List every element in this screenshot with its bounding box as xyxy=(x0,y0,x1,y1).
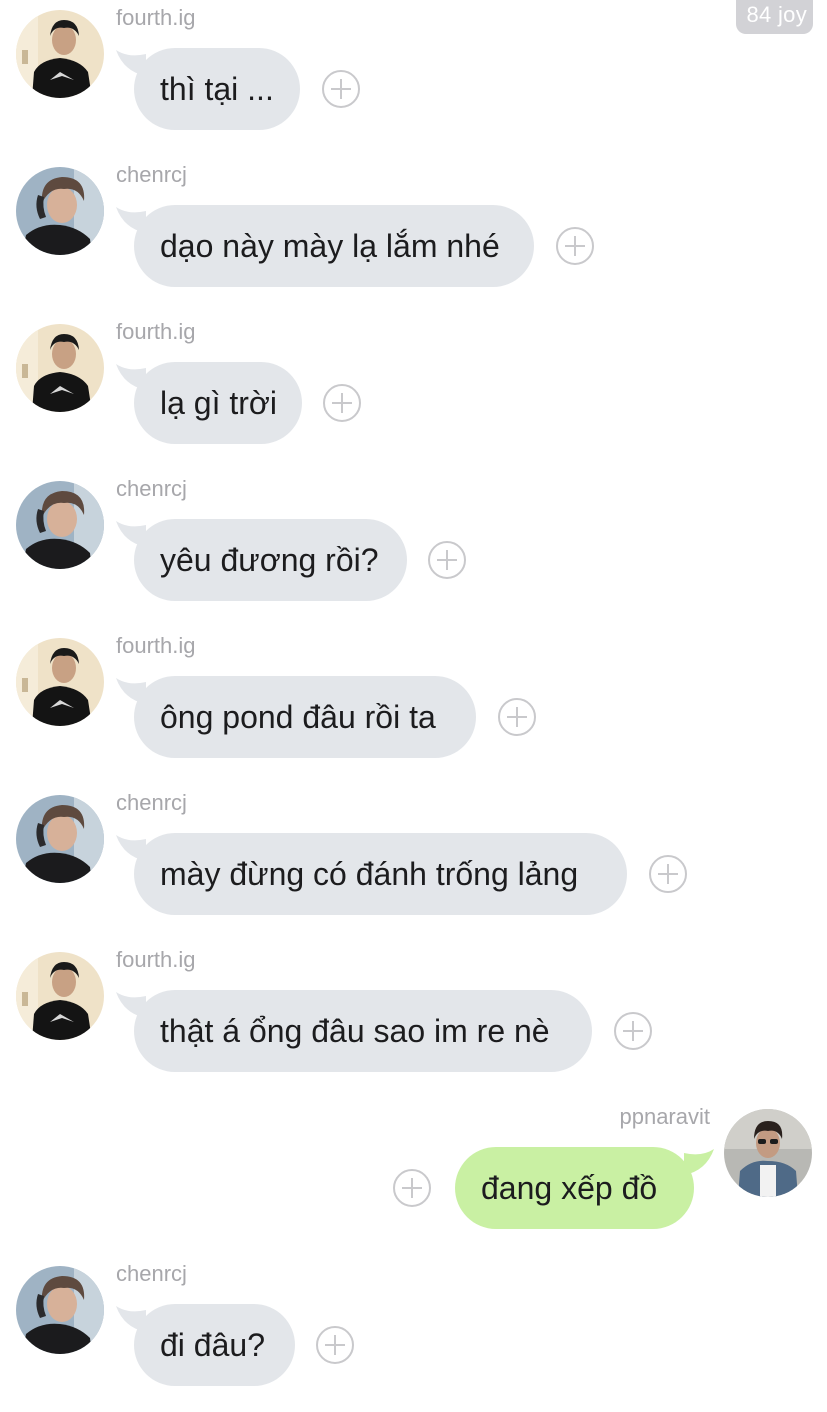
avatar-chen-image xyxy=(16,1266,104,1354)
message-bubble[interactable]: mày đừng có đánh trống lảng xyxy=(134,833,627,915)
message-row: chenrcj đi đâu? xyxy=(0,1262,827,1412)
avatar-pp-image xyxy=(724,1109,812,1197)
avatar-fourth[interactable] xyxy=(16,952,104,1040)
sender-name: chenrcj xyxy=(116,162,187,187)
message-bubble[interactable]: thật á ổng đâu sao im re nè xyxy=(134,990,592,1072)
add-reaction-icon[interactable] xyxy=(322,70,360,108)
avatar-fourth-image xyxy=(16,10,104,98)
add-reaction-icon[interactable] xyxy=(323,384,361,422)
sender-name: chenrcj xyxy=(116,476,187,501)
message-bubble[interactable]: thì tại ... xyxy=(134,48,300,130)
avatar-fourth[interactable] xyxy=(16,10,104,98)
add-reaction-icon[interactable] xyxy=(649,855,687,893)
add-reaction-icon[interactable] xyxy=(428,541,466,579)
avatar-chen-image xyxy=(16,481,104,569)
message-bubble[interactable]: đi đâu? xyxy=(134,1304,295,1386)
avatar-chen[interactable] xyxy=(16,1266,104,1354)
message-bubble[interactable]: ông pond đâu rồi ta xyxy=(134,676,476,758)
add-reaction-icon[interactable] xyxy=(316,1326,354,1364)
add-reaction-icon[interactable] xyxy=(498,698,536,736)
message-bubble[interactable]: yêu đương rồi? xyxy=(134,519,407,601)
sender-name: fourth.ig xyxy=(116,5,196,30)
avatar-fourth[interactable] xyxy=(16,324,104,412)
sender-name: fourth.ig xyxy=(116,633,196,658)
avatar-chen[interactable] xyxy=(16,481,104,569)
message-row: fourth.ig thật á ổng đâu sao im re nè xyxy=(0,948,827,1098)
message-row: fourth.ig ông pond đâu rồi ta xyxy=(0,634,827,784)
avatar-chen[interactable] xyxy=(16,167,104,255)
message-row: chenrcj yêu đương rồi? xyxy=(0,477,827,627)
message-row: fourth.ig lạ gì trời xyxy=(0,320,827,470)
message-bubble[interactable]: lạ gì trời xyxy=(134,362,302,444)
avatar-fourth-image xyxy=(16,952,104,1040)
add-reaction-icon[interactable] xyxy=(556,227,594,265)
sender-name: fourth.ig xyxy=(116,319,196,344)
add-reaction-icon[interactable] xyxy=(393,1169,431,1207)
avatar-chen-image xyxy=(16,795,104,883)
sender-name: ppnaravit xyxy=(619,1104,710,1129)
sender-name: chenrcj xyxy=(116,790,187,815)
message-row: chenrcj dạo này mày lạ lắm nhé xyxy=(0,163,827,313)
add-reaction-icon[interactable] xyxy=(614,1012,652,1050)
avatar-fourth-image xyxy=(16,638,104,726)
avatar-fourth-image xyxy=(16,324,104,412)
message-row: chenrcj mày đừng có đánh trống lảng xyxy=(0,791,827,941)
sender-name: chenrcj xyxy=(116,1261,187,1286)
avatar-chen[interactable] xyxy=(16,795,104,883)
message-bubble[interactable]: dạo này mày lạ lắm nhé xyxy=(134,205,534,287)
message-row: fourth.ig thì tại ... xyxy=(0,6,827,156)
avatar-fourth[interactable] xyxy=(16,638,104,726)
avatar-chen-image xyxy=(16,167,104,255)
avatar-pp[interactable] xyxy=(724,1109,812,1197)
message-bubble[interactable]: đang xếp đồ xyxy=(455,1147,694,1229)
sender-name: fourth.ig xyxy=(116,947,196,972)
message-row: ppnaravit đang xếp đồ xyxy=(0,1105,827,1255)
